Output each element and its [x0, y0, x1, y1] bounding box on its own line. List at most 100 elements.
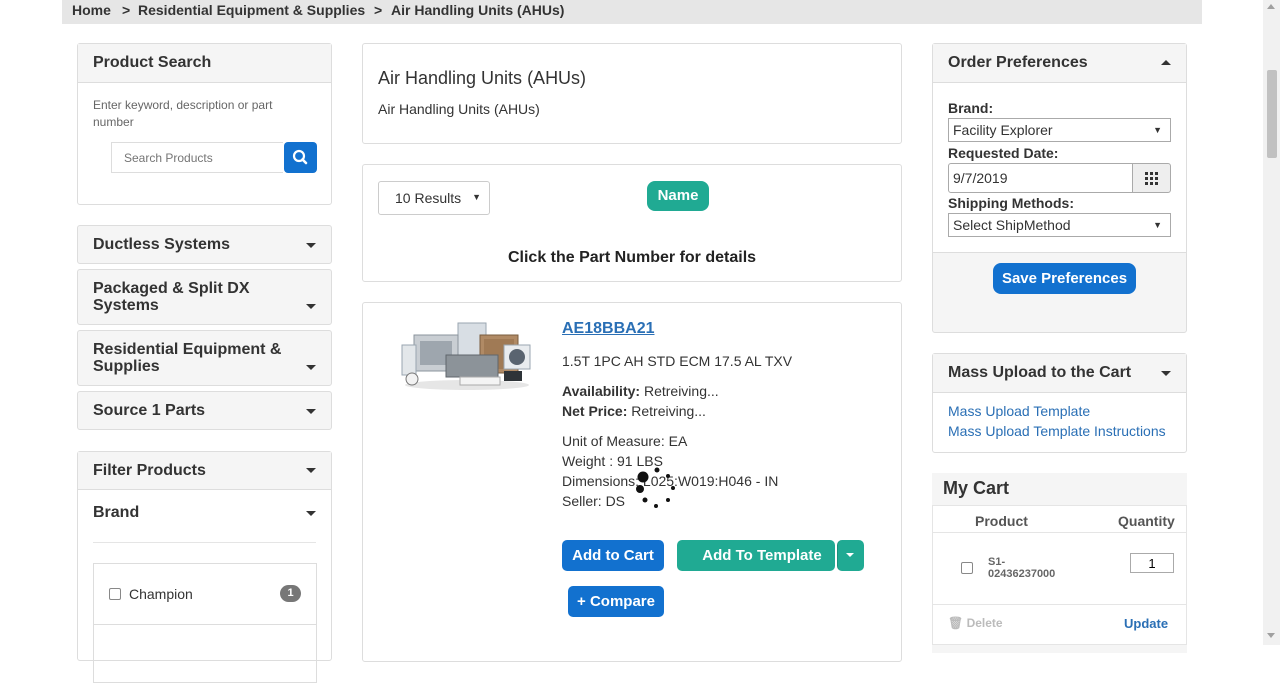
cart-table: Product Quantity S1- 02436237000 🗑 Delet…	[932, 505, 1187, 645]
cart-item-sku-line2: 02436237000	[988, 568, 1056, 580]
divider	[93, 542, 316, 543]
mass-upload-instructions-link[interactable]: Mass Upload Template Instructions	[948, 423, 1166, 439]
checkbox[interactable]	[109, 588, 121, 600]
net-price: Net Price: Retreiving...	[562, 403, 706, 419]
col-quantity-header: Quantity	[1118, 513, 1175, 529]
filter-title: Filter Products	[93, 462, 206, 479]
chevron-down-icon: ▼	[1153, 220, 1162, 230]
category-label: Ductless Systems	[93, 236, 230, 253]
product-search-panel: Product Search Enter keyword, descriptio…	[77, 43, 332, 205]
page-subtitle: Air Handling Units (AHUs)	[378, 101, 540, 117]
filter-panel: Filter Products Brand Champion 1	[77, 451, 332, 683]
calendar-icon	[1145, 172, 1158, 185]
availability-label: Availability:	[562, 383, 641, 399]
save-preferences-button[interactable]: Save Preferences	[993, 263, 1136, 294]
page-scrollbar[interactable]	[1263, 0, 1280, 645]
availability-value: Retreiving...	[643, 383, 719, 399]
page-title: Air Handling Units (AHUs)	[378, 68, 587, 88]
category-packaged-split[interactable]: Packaged & Split DX Systems	[77, 269, 332, 325]
brand-select[interactable]: Facility Explorer ▼	[948, 118, 1171, 142]
calendar-button[interactable]	[1132, 163, 1171, 193]
compare-button[interactable]: + Compare	[568, 586, 664, 617]
category-label: Packaged & Split DX Systems	[93, 280, 250, 314]
scroll-thumb[interactable]	[1267, 70, 1277, 158]
chevron-down-icon	[306, 243, 316, 248]
product-card: AE18BBA21 1.5T 1PC AH STD ECM 17.5 AL TX…	[362, 302, 902, 662]
requested-date-value: 9/7/2019	[953, 170, 1008, 186]
breadcrumb-current: Air Handling Units (AHUs)	[391, 2, 565, 18]
requested-date-input[interactable]: 9/7/2019	[948, 163, 1133, 193]
category-residential[interactable]: Residential Equipment & Supplies	[77, 330, 332, 386]
delete-button[interactable]: 🗑 Delete	[948, 616, 1003, 630]
part-number-link[interactable]: AE18BBA21	[562, 320, 654, 338]
chevron-down-icon	[306, 511, 316, 516]
sort-by-name-button[interactable]: Name	[647, 181, 709, 211]
breadcrumb: Home > Residential Equipment & Supplies …	[62, 0, 1202, 24]
brand-option-champion[interactable]: Champion 1	[94, 564, 316, 625]
scroll-up-arrow-icon[interactable]	[1267, 4, 1275, 9]
net-price-value: Retreiving...	[631, 403, 706, 419]
brand-filter-label: Brand	[93, 504, 140, 521]
order-preferences-panel: Order Preferences Brand: Facility Explor…	[932, 43, 1187, 333]
divider	[933, 604, 1186, 605]
results-hint: Click the Part Number for details	[507, 249, 757, 266]
shipping-method-value: Select ShipMethod	[953, 217, 1071, 233]
breadcrumb-residential[interactable]: Residential Equipment & Supplies	[138, 2, 365, 18]
order-preferences-header[interactable]: Order Preferences	[933, 44, 1186, 83]
update-link[interactable]: Update	[1124, 616, 1168, 631]
my-cart-title: My Cart	[943, 478, 1010, 498]
brand-label: Brand:	[948, 100, 994, 116]
chevron-down-icon	[306, 468, 316, 473]
cart-item-quantity[interactable]	[1130, 553, 1174, 573]
search-input[interactable]	[111, 142, 283, 173]
category-label: Source 1 Parts	[93, 402, 206, 419]
product-search-title: Product Search	[78, 44, 331, 83]
my-cart-panel: My Cart Product Quantity S1- 02436237000…	[932, 473, 1187, 653]
filter-header[interactable]: Filter Products	[78, 452, 331, 490]
product-image[interactable]	[400, 315, 534, 391]
add-to-cart-button[interactable]: Add to Cart	[562, 540, 664, 571]
loading-spinner-icon	[636, 467, 675, 508]
brand-options-list: Champion 1	[93, 563, 317, 683]
breadcrumb-home[interactable]: Home	[72, 2, 111, 18]
brand-filter-header[interactable]: Brand	[78, 490, 331, 542]
cart-item-checkbox[interactable]	[961, 562, 973, 574]
results-per-page-select[interactable]: 10 Results ▼	[378, 181, 490, 215]
net-price-label: Net Price:	[562, 403, 628, 419]
chevron-down-icon: ▼	[472, 192, 481, 202]
add-to-template-button[interactable]: Add To Template	[677, 540, 835, 571]
template-dropdown-toggle[interactable]	[837, 540, 864, 571]
unit-of-measure: Unit of Measure: EA	[562, 433, 688, 449]
mass-upload-header[interactable]: Mass Upload to the Cart	[933, 354, 1186, 393]
chevron-up-icon	[1161, 60, 1171, 65]
trash-icon: 🗑	[948, 616, 964, 630]
chevron-down-icon: ▼	[1153, 125, 1162, 135]
category-label: Residential Equipment & Supplies	[93, 341, 282, 375]
availability: Availability: Retreiving...	[562, 383, 719, 399]
chevron-down-icon	[1161, 371, 1171, 376]
breadcrumb-separator: >	[122, 2, 131, 18]
results-toolbar: 10 Results ▼ Name Click the Part Number …	[362, 164, 902, 282]
breadcrumb-separator: >	[374, 2, 383, 18]
count-badge: 1	[280, 585, 301, 602]
product-search-hint: Enter keyword, description or part numbe…	[93, 98, 273, 129]
category-ductless[interactable]: Ductless Systems	[77, 225, 332, 264]
search-button[interactable]	[284, 142, 317, 173]
scroll-down-arrow-icon[interactable]	[1267, 633, 1275, 638]
mass-upload-template-link[interactable]: Mass Upload Template	[948, 403, 1090, 419]
col-product-header: Product	[975, 513, 1028, 529]
mass-upload-title: Mass Upload to the Cart	[948, 364, 1132, 381]
shipping-methods-label: Shipping Methods:	[948, 195, 1074, 211]
chevron-down-icon	[846, 553, 854, 557]
chevron-down-icon	[306, 365, 316, 370]
brand-select-value: Facility Explorer	[953, 122, 1053, 138]
category-header-panel: Air Handling Units (AHUs) Air Handling U…	[362, 43, 902, 144]
chevron-down-icon	[306, 409, 316, 414]
shipping-method-select[interactable]: Select ShipMethod ▼	[948, 213, 1171, 237]
category-source1[interactable]: Source 1 Parts	[77, 391, 332, 430]
delete-label: Delete	[966, 616, 1003, 630]
mass-upload-panel: Mass Upload to the Cart Mass Upload Temp…	[932, 353, 1187, 453]
cart-item-sku: S1- 02436237000	[988, 556, 1055, 580]
requested-date-label: Requested Date:	[948, 145, 1059, 161]
search-icon	[292, 149, 308, 165]
